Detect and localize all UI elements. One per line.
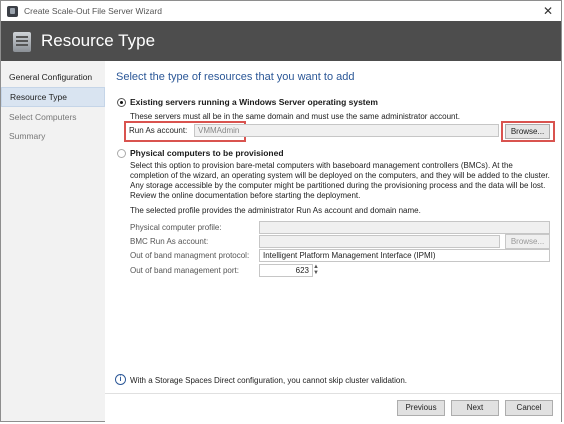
run-as-browse-button[interactable]: Browse...	[505, 124, 550, 139]
run-as-label: Run As account:	[129, 126, 188, 135]
existing-servers-label: Existing servers running a Windows Serve…	[130, 97, 378, 107]
bmc-browse-button[interactable]: Browse...	[505, 234, 550, 249]
wizard-window: Create Scale-Out File Server Wizard ✕ Re…	[0, 0, 562, 424]
bmc-run-as-label: BMC Run As account:	[130, 237, 209, 246]
sidebar-item-general-configuration[interactable]: General Configuration	[1, 68, 105, 86]
physical-computers-label: Physical computers to be provisioned	[130, 148, 284, 158]
next-button[interactable]: Next	[451, 400, 499, 416]
physical-computers-radio[interactable]	[117, 149, 126, 158]
server-icon	[11, 29, 33, 53]
info-icon: i	[115, 374, 126, 385]
title-bar: Create Scale-Out File Server Wizard ✕	[1, 1, 561, 21]
app-icon	[7, 5, 18, 17]
section-heading: Select the type of resources that you wa…	[116, 71, 355, 83]
wizard-sidebar: General Configuration Resource Type Sele…	[1, 61, 105, 421]
existing-servers-description: These servers must all be in the same do…	[130, 112, 460, 121]
protocol-select[interactable]: Intelligent Platform Management Interfac…	[259, 249, 550, 262]
physical-profile-select[interactable]	[259, 221, 550, 234]
port-field[interactable]: 623	[259, 264, 313, 277]
physical-profile-label: Physical computer profile:	[130, 223, 222, 232]
window-title: Create Scale-Out File Server Wizard	[24, 6, 162, 16]
existing-servers-radio[interactable]	[117, 98, 126, 107]
port-spinner[interactable]: ▲ ▼	[313, 264, 319, 277]
close-button[interactable]: ✕	[541, 4, 555, 18]
sidebar-item-summary[interactable]: Summary	[1, 127, 105, 145]
wizard-banner: Resource Type	[1, 21, 561, 61]
physical-computers-description: Select this option to provision bare-met…	[130, 161, 550, 200]
info-message: With a Storage Spaces Direct configurati…	[130, 376, 408, 385]
previous-button[interactable]: Previous	[397, 400, 445, 416]
protocol-label: Out of band managment protocol:	[130, 251, 250, 260]
bmc-run-as-field[interactable]	[259, 235, 500, 248]
page-title: Resource Type	[41, 31, 156, 50]
sidebar-item-select-computers[interactable]: Select Computers	[1, 108, 105, 126]
main-panel: Select the type of resources that you wa…	[105, 61, 561, 421]
port-label: Out of band management port:	[130, 266, 239, 275]
sidebar-item-resource-type[interactable]: Resource Type	[1, 87, 105, 107]
run-as-account-field[interactable]: VMMAdmin	[194, 124, 499, 137]
cancel-button[interactable]: Cancel	[505, 400, 553, 416]
profile-note: The selected profile provides the admini…	[130, 206, 421, 215]
wizard-footer: Previous Next Cancel	[105, 393, 561, 424]
